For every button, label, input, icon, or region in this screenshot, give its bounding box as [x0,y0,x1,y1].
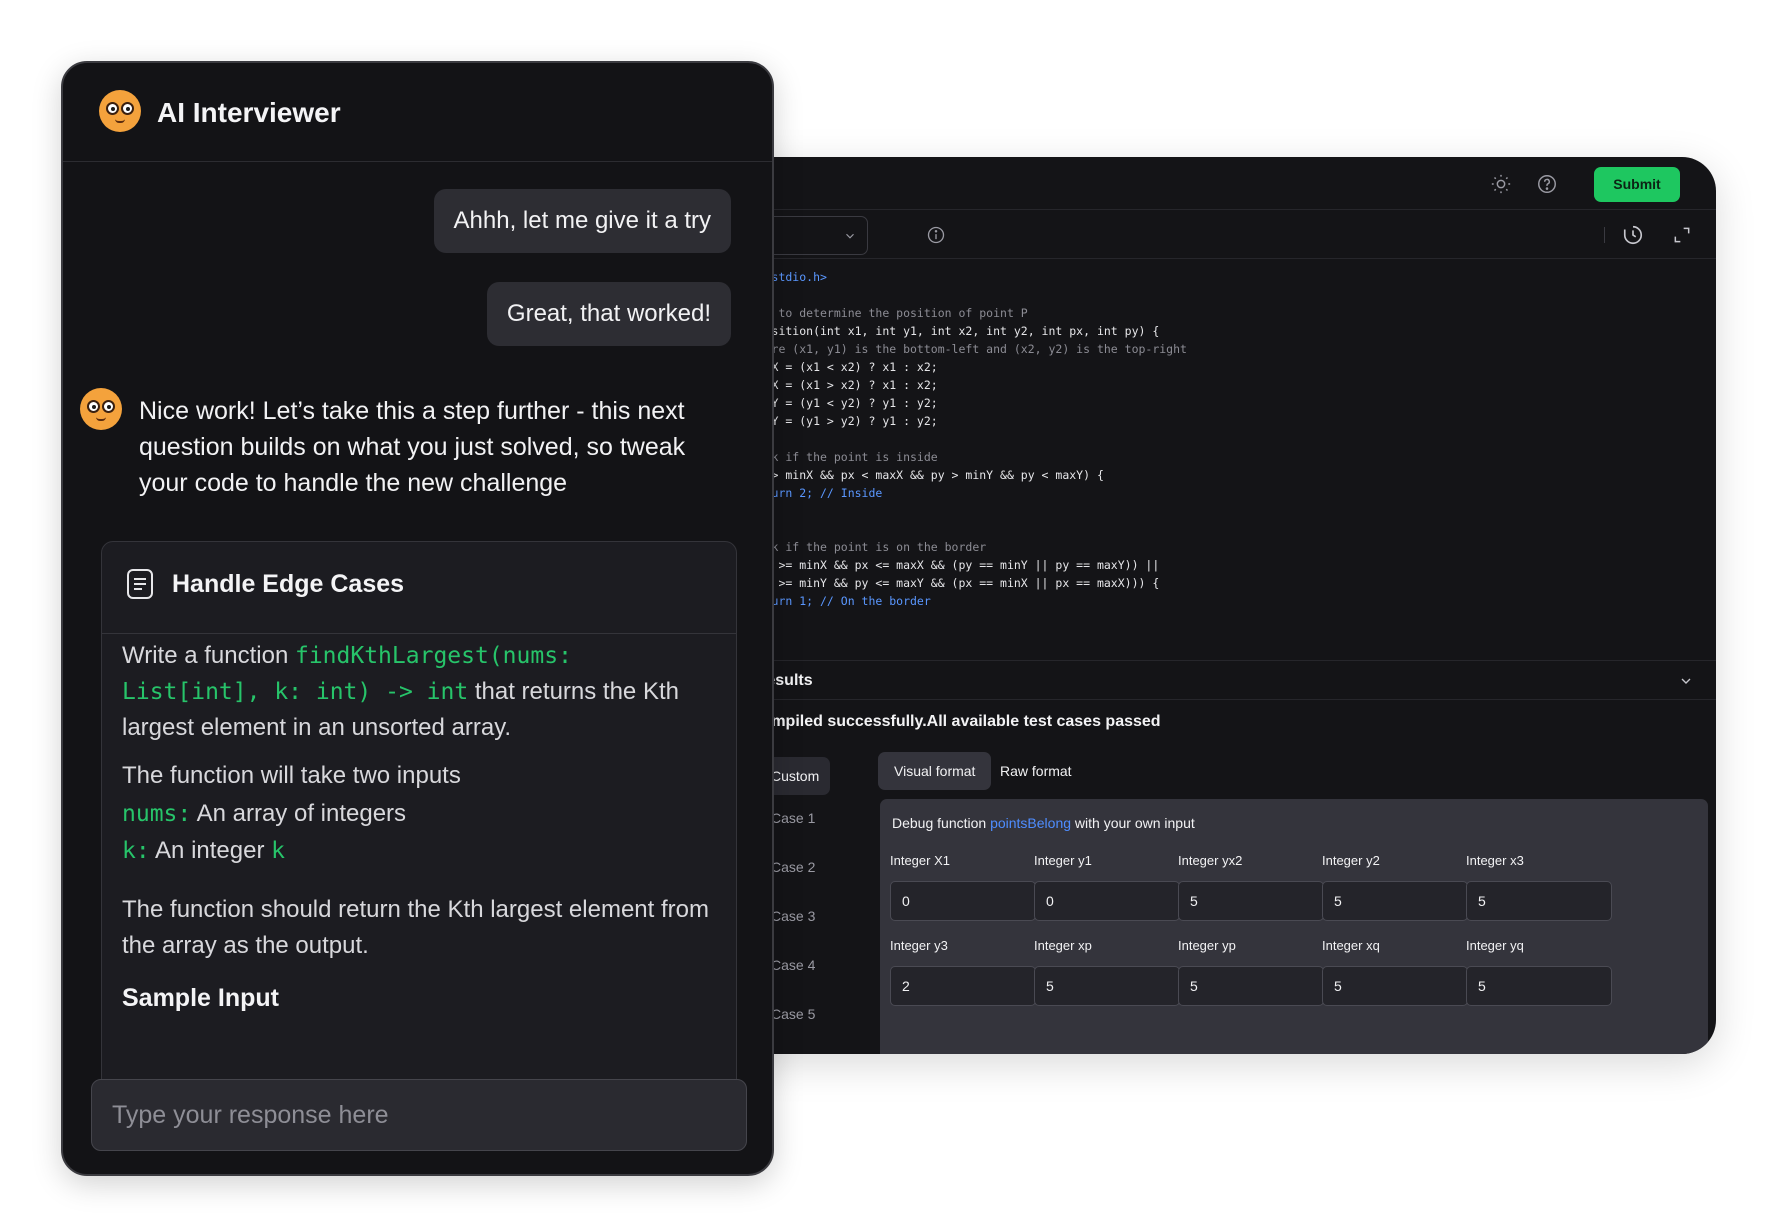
ai-message: Nice work! Let’s take this a step furthe… [139,397,686,497]
integer-input[interactable]: 2 [890,966,1036,1006]
integer-input[interactable]: 0 [890,881,1036,921]
case-label: Case 4 [771,957,816,973]
ai-interviewer-panel: AI Interviewer Ahhh, let me give it a tr… [61,61,774,1176]
input-k: k: An integer k [122,837,285,864]
document-icon [124,567,156,601]
field-label: Integer x3 [1466,853,1524,868]
tab-visual-format[interactable]: Visual format [878,752,992,790]
case-label: Case 1 [771,810,816,826]
code-line: (py >= minY && py <= maxY && (px == minX… [730,576,1160,590]
chevron-down-icon[interactable] [1678,673,1694,689]
interviewer-avatar-icon [80,388,122,430]
code-line: nction to determine the position of poin… [730,306,1028,320]
field-label: Integer y2 [1322,853,1380,868]
user-message: Great, that worked! [486,282,731,346]
code-editor-window: Submit lude <stdio.h> nction to determin… [730,157,1716,1054]
history-icon[interactable] [1622,224,1644,246]
code-line: f ((px >= minX && px <= maxX && (py == m… [730,558,1160,572]
response-input[interactable]: Type your response here [91,1079,747,1151]
field-integer-yq: Integer yq 5 [1466,938,1612,1006]
field-label: Integer y3 [890,938,948,953]
case-label: Custom [771,768,820,784]
debug-function-name: pointsBelong [990,815,1072,831]
inputs-heading: The function will take two inputs [122,762,461,789]
expand-icon[interactable] [1672,225,1692,245]
field-integer-y2: Integer y2 5 [1322,853,1468,921]
help-icon[interactable] [1536,173,1558,195]
integer-input[interactable]: 5 [1466,966,1612,1006]
chevron-down-icon [843,229,857,243]
field-label: Integer yx2 [1178,853,1243,868]
compile-status-text: Compiled successfully.All available test… [750,713,1161,730]
integer-input[interactable]: 5 [1178,881,1324,921]
field-label: Integer yq [1466,938,1524,953]
task-header: Handle Edge Cases [102,542,736,634]
field-label: Integer y1 [1034,853,1092,868]
field-integer-x3: Integer x3 5 [1466,853,1612,921]
return-description: The function should return the Kth large… [122,896,709,959]
field-integer-yx2: Integer yx2 5 [1178,853,1324,921]
task-card: Handle Edge Cases Write a function findK… [101,541,737,1101]
test-results-header[interactable]: Test results [730,660,1716,700]
field-label: Integer yp [1178,938,1236,953]
editor-topbar: Submit [730,157,1716,210]
sun-icon[interactable] [1490,173,1512,195]
code-line: f (px > minX && px < maxX && py > minY &… [730,468,1104,482]
field-label: Integer X1 [890,853,950,868]
chat-title: AI Interviewer [157,97,341,128]
code-line: / Ensure (x1, y1) is the bottom-left and… [730,342,1187,356]
field-integer-y3: Integer y3 2 [890,938,1036,1006]
integer-input[interactable]: 5 [1034,966,1180,1006]
tab-raw-format[interactable]: Raw format [984,752,1088,790]
sample-input-heading: Sample Input [122,984,279,1012]
editor-toolbar [730,210,1716,259]
integer-input[interactable]: 5 [1178,966,1324,1006]
integer-input[interactable]: 5 [1322,966,1468,1006]
integer-input[interactable]: 5 [1466,881,1612,921]
info-icon[interactable] [926,225,946,245]
task-title: Handle Edge Cases [172,570,405,598]
code-line: ointPosition(int x1, int y1, int x2, int… [730,324,1160,338]
debug-description: Debug function pointsBelong with your ow… [892,815,1195,831]
submit-button[interactable]: Submit [1594,167,1680,202]
field-integer-yp: Integer yp 5 [1178,938,1324,1006]
input-nums: nums: An array of integers [122,800,407,827]
user-message: Ahhh, let me give it a try [433,189,731,253]
field-integer-x1: Integer X1 0 [890,853,1036,921]
field-label: Integer xq [1322,938,1380,953]
integer-input[interactable]: 5 [1322,881,1468,921]
field-label: Integer xp [1034,938,1092,953]
case-label: Case 3 [771,908,816,924]
field-integer-y1: Integer y1 0 [1034,853,1180,921]
case-label: Case 5 [771,1006,816,1022]
toolbar-divider [1604,227,1605,243]
task-intro: Write a function findKthLargest(nums: Li… [122,642,679,741]
code-area[interactable]: lude <stdio.h> nction to determine the p… [730,268,1716,660]
debug-panel: Debug function pointsBelong with your ow… [880,799,1708,1054]
chat-header: AI Interviewer [63,63,772,162]
interviewer-avatar-icon [99,90,141,132]
integer-input[interactable]: 0 [1034,881,1180,921]
field-integer-xp: Integer xp 5 [1034,938,1180,1006]
case-label: Case 2 [771,859,816,875]
field-integer-xq: Integer xq 5 [1322,938,1468,1006]
